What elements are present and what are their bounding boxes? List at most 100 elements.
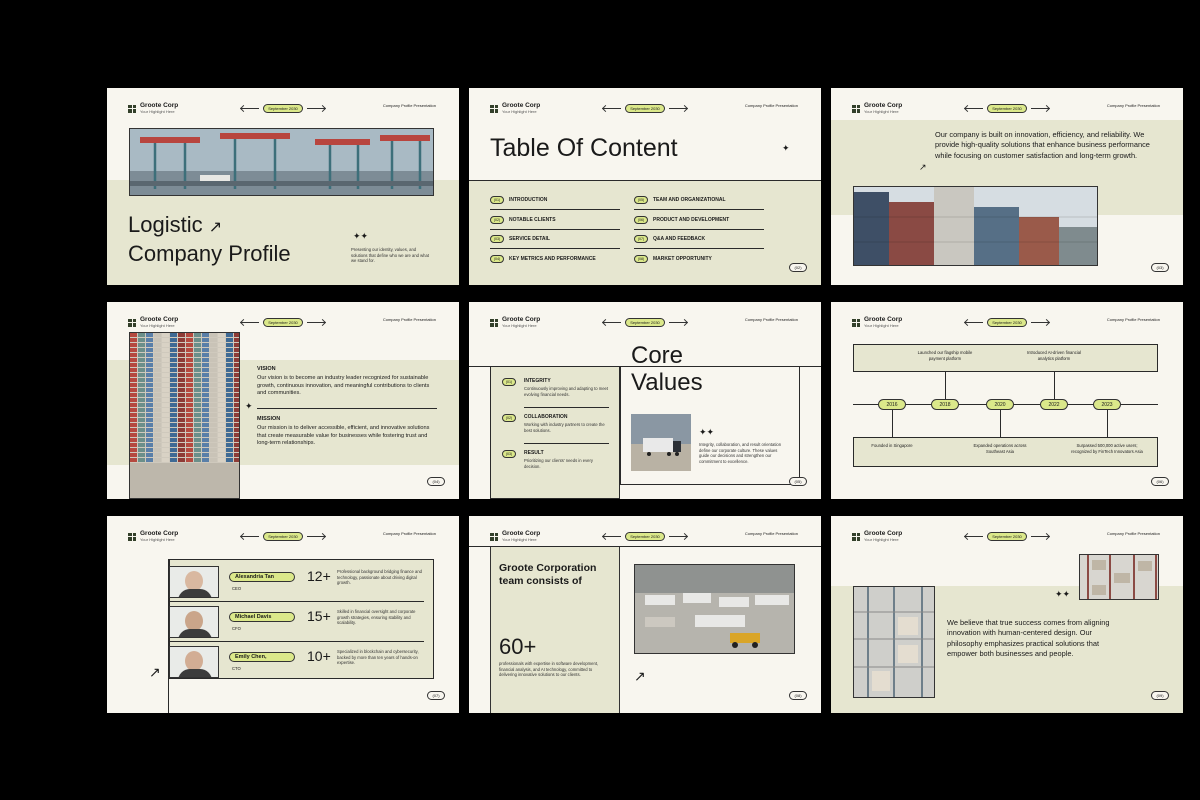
cover-blurb: Presenting our identity, values, and sol… xyxy=(351,247,429,264)
arrow-left-icon xyxy=(965,108,983,109)
date-pill: September 2030 xyxy=(263,318,303,327)
cover-title-line2: Company Profile xyxy=(128,241,291,266)
brand-logo: Groote Corp Your Highlight Here xyxy=(128,102,178,114)
slide-core-values[interactable]: Groote Corp Your Highlight Here September… xyxy=(469,302,821,499)
arrow-right-icon xyxy=(1031,322,1049,323)
toc-item-label[interactable]: NOTABLE CLIENTS xyxy=(509,217,556,223)
brand-logo: Groote Corp Your Highlight Here xyxy=(852,316,902,328)
brand-tagline: Your Highlight Here xyxy=(140,108,175,114)
toc-item-label[interactable]: MARKET OPPORTUNITY xyxy=(653,256,712,262)
arrow-left-icon xyxy=(603,536,621,537)
slide-cover[interactable]: Groote Corp Your Highlight Here September… xyxy=(107,88,459,285)
toc-number: (08) xyxy=(634,254,648,263)
page-number: (09) xyxy=(1151,691,1169,700)
divider xyxy=(490,209,620,210)
header-label: Company Profile Presentation xyxy=(1106,317,1160,322)
page-number: (02) xyxy=(789,263,807,272)
event-bottom: Founded in Singapore xyxy=(871,443,913,448)
slide-team[interactable]: Groote Corp Your Highlight Here September… xyxy=(107,516,459,713)
truck-photo xyxy=(631,414,691,471)
divider xyxy=(169,601,424,602)
brand-logo: Groote Corp Your Highlight Here xyxy=(128,316,178,328)
divider xyxy=(524,407,609,408)
divider xyxy=(634,248,764,249)
arrow-left-icon xyxy=(603,108,621,109)
divider xyxy=(469,546,821,547)
header-label: Company Profile Presentation xyxy=(1106,103,1160,108)
slide-philosophy[interactable]: Groote Corp Your Highlight Here September… xyxy=(831,516,1183,713)
year-pill: 2018 xyxy=(931,399,959,410)
arrow-left-icon xyxy=(241,108,259,109)
arrow-up-right-icon: ↗ xyxy=(208,219,223,236)
slide-timeline[interactable]: Groote Corp Your Highlight Here September… xyxy=(831,302,1183,499)
slide-about[interactable]: Groote Corp Your Highlight Here September… xyxy=(831,88,1183,285)
toc-number: (05) xyxy=(634,196,648,204)
slide-team-size[interactable]: Groote Corp Your Highlight Here September… xyxy=(469,516,821,713)
toc-number: (07) xyxy=(634,235,648,243)
toc-number: (04) xyxy=(490,254,504,263)
arrow-right-icon xyxy=(1031,536,1049,537)
toc-number: (01) xyxy=(490,196,504,204)
team-frame xyxy=(129,559,169,713)
arrow-left-icon xyxy=(965,536,983,537)
person-bio: Specialized in blockchain and cybersecur… xyxy=(337,649,419,666)
header-label: Company Profile Presentation xyxy=(744,531,798,536)
value-title: INTEGRITY xyxy=(524,378,551,384)
event-connector xyxy=(945,372,946,399)
person-name: Emily Chen, xyxy=(229,652,295,662)
page-number: (07) xyxy=(427,691,445,700)
date-nav: September 2030 xyxy=(965,532,1049,541)
slide-table-of-content[interactable]: Groote Corp Your Highlight Here September… xyxy=(469,88,821,285)
toc-item-label[interactable]: KEY METRICS AND PERFORMANCE xyxy=(509,256,596,262)
divider xyxy=(469,180,821,181)
mission-text: Our mission is to deliver accessible, ef… xyxy=(257,425,430,447)
brand-tagline: Your Highlight Here xyxy=(140,322,175,328)
sparkle-icon: ✦✦ xyxy=(1055,589,1071,599)
top-events-box xyxy=(853,344,1158,372)
brand-logo: Groote Corp Your Highlight Here xyxy=(852,102,902,114)
core-values-title: Core Values xyxy=(631,342,703,396)
avatar xyxy=(169,606,219,638)
warehouse-photo-small xyxy=(1079,554,1159,600)
person-name: Michael Davis xyxy=(229,612,295,622)
person-name: Alexandria Tan xyxy=(229,572,295,582)
toc-number: (02) xyxy=(490,215,504,224)
arrow-left-icon xyxy=(965,322,983,323)
date-nav: September 2030 xyxy=(603,318,687,327)
arrow-right-icon xyxy=(669,322,687,323)
toc-item-label[interactable]: TEAM AND ORGANIZATIONAL xyxy=(653,197,726,203)
core-values-title-line1: Core xyxy=(631,342,684,369)
person-years: 10+ xyxy=(307,648,331,664)
event-connector xyxy=(1107,410,1108,437)
brand-tagline: Your Highlight Here xyxy=(864,536,899,542)
person-years: 15+ xyxy=(307,608,331,624)
divider xyxy=(490,228,620,230)
core-values-title-line2: Values xyxy=(631,369,703,396)
person-years: 12+ xyxy=(307,568,331,584)
toc-number: (06) xyxy=(634,215,648,224)
date-pill: September 2030 xyxy=(987,532,1027,541)
slide-vision-mission[interactable]: Groote Corp Your Highlight Here September… xyxy=(107,302,459,499)
sparkle-icon: ✦ xyxy=(245,401,253,411)
header-label: Company Profile Presentation xyxy=(382,317,436,322)
divider xyxy=(524,443,609,444)
year-pill: 2023 xyxy=(1093,399,1121,410)
toc-item-label[interactable]: SERVICE DETAIL xyxy=(509,236,550,242)
toc-item-label[interactable]: Q&A AND FEEDBACK xyxy=(653,236,705,242)
logo-icon xyxy=(128,532,136,541)
logo-icon xyxy=(490,318,498,327)
toc-item-label[interactable]: PRODUCT AND DEVELOPMENT xyxy=(653,217,729,223)
logo-icon xyxy=(852,532,860,541)
toc-item-label[interactable]: INTRODUCTION xyxy=(509,197,547,203)
divider xyxy=(169,641,424,642)
arrow-right-icon xyxy=(1031,108,1049,109)
brand-tagline: Your Highlight Here xyxy=(864,108,899,114)
value-number: (02) xyxy=(502,414,516,422)
date-nav: September 2030 xyxy=(603,532,687,541)
container-yard-photo xyxy=(129,332,240,499)
trucks-yard-photo xyxy=(634,564,795,654)
brand-tagline: Your Highlight Here xyxy=(502,536,537,542)
sparkle-icon: ✦ xyxy=(782,143,790,153)
value-title: COLLABORATION xyxy=(524,414,568,420)
brand-tagline: Your Highlight Here xyxy=(502,108,537,114)
